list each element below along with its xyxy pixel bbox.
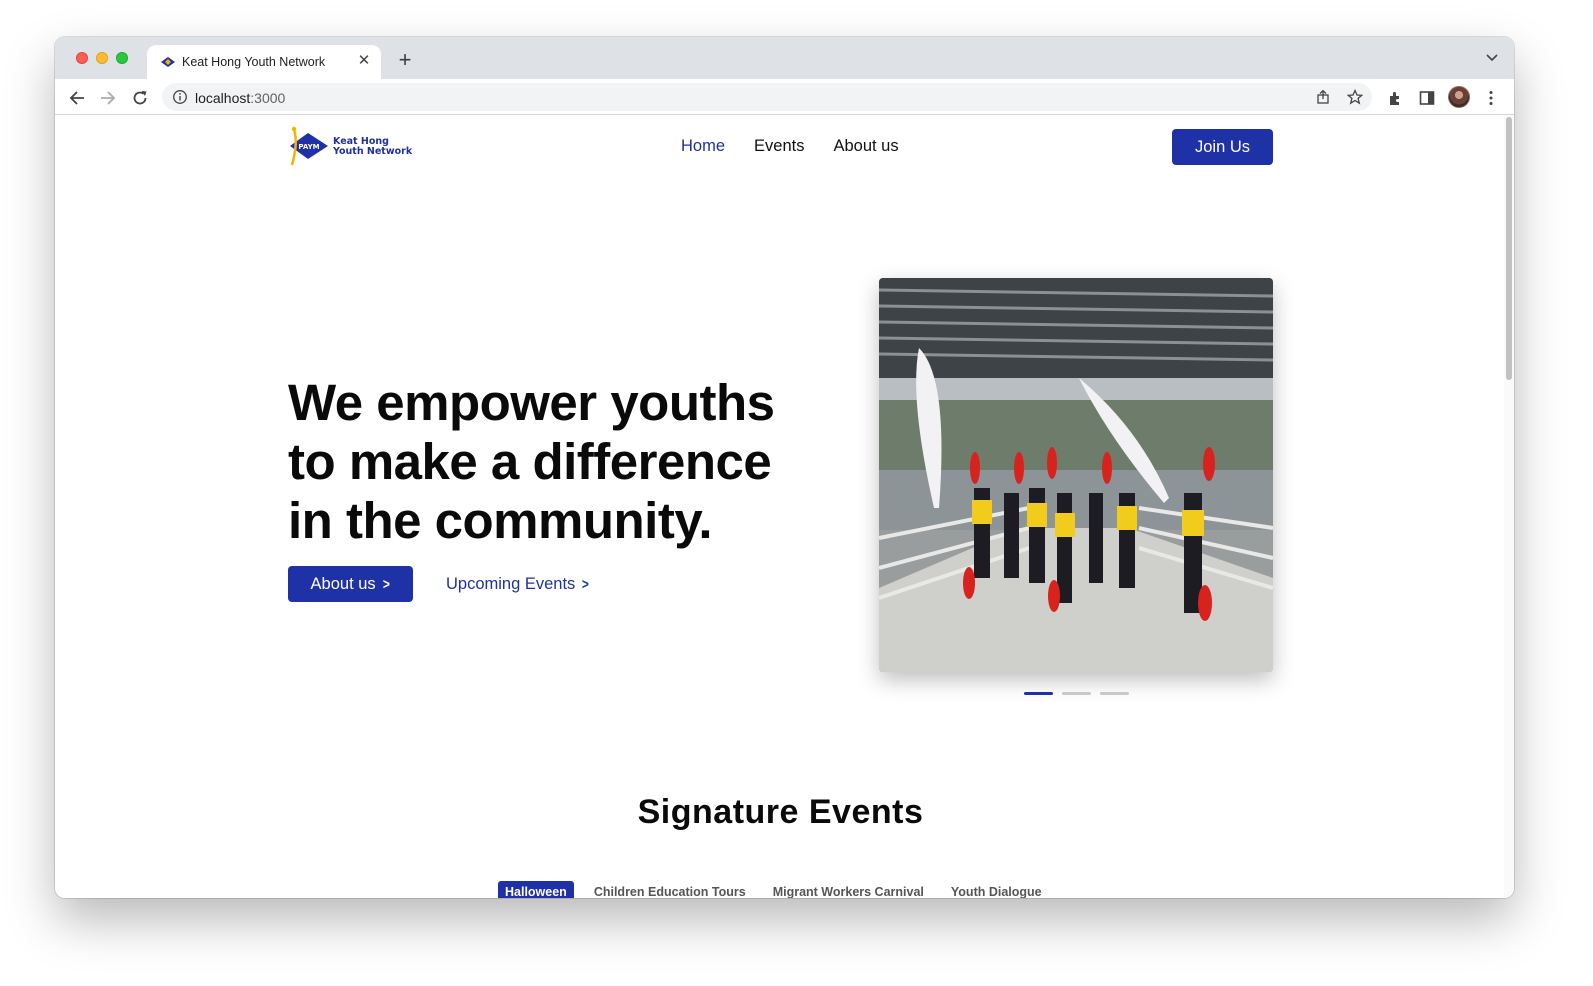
kayaking-group-photo (879, 278, 1273, 672)
carousel-dot-3[interactable] (1100, 692, 1129, 695)
close-window-button[interactable] (76, 52, 88, 64)
logo-badge-text: PAYM (298, 143, 319, 151)
site-info-icon[interactable] (172, 89, 188, 105)
join-us-button[interactable]: Join Us (1172, 129, 1273, 165)
scrollbar-thumb[interactable] (1506, 117, 1512, 380)
new-tab-icon[interactable]: + (394, 49, 416, 71)
minimize-window-button[interactable] (96, 52, 108, 64)
tab-migrant-workers-carnival[interactable]: Migrant Workers Carnival (766, 881, 931, 898)
site-logo[interactable]: PAYM Keat Hong Youth Network (288, 125, 414, 167)
signature-event-tabs: Halloween Children Education Tours Migra… (498, 881, 1062, 898)
logo-text: Keat Hong Youth Network (333, 136, 413, 157)
tab-strip: Keat Hong Youth Network ✕ + (55, 37, 1514, 79)
signature-events-title: Signature Events (637, 793, 924, 831)
site-navbar: PAYM Keat Hong Youth Network Home Events… (55, 115, 1514, 179)
carousel-dots (1024, 692, 1129, 695)
hero-carousel-image[interactable] (879, 278, 1273, 672)
page-viewport: PAYM Keat Hong Youth Network Home Events… (55, 115, 1514, 898)
tab-search-chevron-icon[interactable] (1484, 51, 1500, 65)
bookmark-star-icon[interactable] (1347, 89, 1363, 105)
side-panel-icon[interactable] (1418, 89, 1436, 107)
reload-icon[interactable] (130, 88, 150, 108)
tab-children-education-tours[interactable]: Children Education Tours (587, 881, 753, 898)
carousel-dot-1[interactable] (1024, 692, 1053, 695)
hero-heading: We empower youths to make a difference i… (288, 374, 775, 549)
about-us-button[interactable]: About us > (288, 566, 413, 602)
forward-arrow-icon[interactable] (98, 88, 118, 108)
tab-youth-dialogue[interactable]: Youth Dialogue (944, 881, 1049, 898)
paym-logo-icon: PAYM (290, 126, 328, 166)
nav-events[interactable]: Events (754, 137, 804, 156)
upcoming-events-link[interactable]: Upcoming Events > (446, 575, 590, 594)
close-tab-icon[interactable]: ✕ (355, 52, 373, 70)
more-menu-icon[interactable] (1482, 89, 1500, 107)
nav-home[interactable]: Home (681, 137, 725, 156)
tab-halloween[interactable]: Halloween (498, 881, 574, 898)
back-arrow-icon[interactable] (67, 88, 87, 108)
nav-about-us[interactable]: About us (833, 137, 898, 156)
browser-window: Keat Hong Youth Network ✕ + localhost:30… (55, 37, 1514, 898)
url-text: localhost:3000 (195, 90, 286, 106)
page-scrollbar[interactable] (1504, 115, 1514, 898)
share-icon[interactable] (1315, 89, 1331, 105)
profile-avatar[interactable] (1448, 86, 1470, 108)
main-nav: Home Events About us (681, 137, 928, 156)
maximize-window-button[interactable] (116, 52, 128, 64)
carousel-dot-2[interactable] (1062, 692, 1091, 695)
chevron-right-icon: > (582, 576, 590, 593)
address-bar[interactable]: localhost:3000 (162, 83, 1372, 111)
site-favicon-icon (161, 57, 175, 67)
chevron-right-icon: > (382, 575, 390, 593)
tab-title: Keat Hong Youth Network (182, 55, 326, 69)
browser-tab-active[interactable]: Keat Hong Youth Network ✕ (147, 45, 381, 79)
extensions-puzzle-icon[interactable] (1387, 89, 1405, 107)
browser-toolbar: localhost:3000 (55, 79, 1514, 115)
